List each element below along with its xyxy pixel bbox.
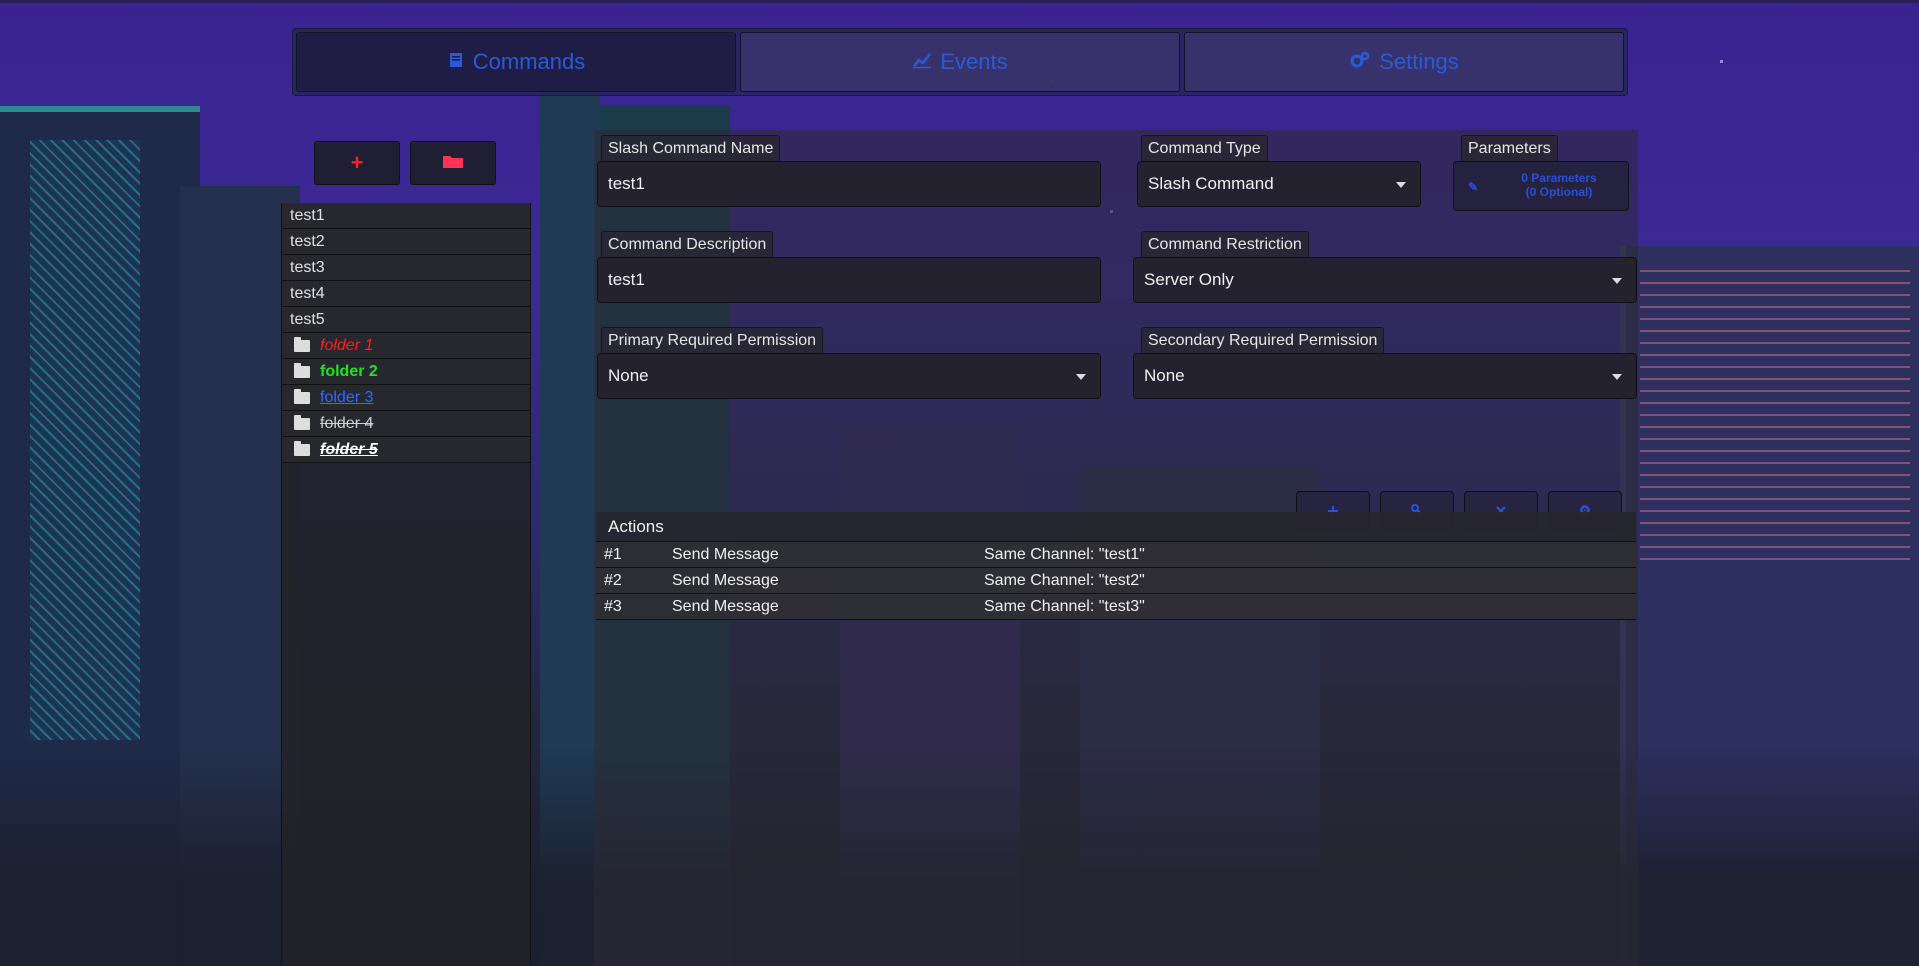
chart-line-icon [912, 49, 932, 75]
action-type: Send Message [672, 597, 779, 615]
command-restriction-select[interactable]: Server Only [1133, 257, 1637, 303]
tab-commands-label: Commands [472, 49, 586, 74]
parameters-button[interactable]: ✎ 0 Parameters (0 Optional) [1453, 161, 1629, 211]
command-description-value: test1 [608, 270, 645, 289]
command-type-value: Slash Command [1148, 174, 1274, 193]
command-description-input[interactable]: test1 [597, 257, 1101, 303]
actions-header: Actions [596, 512, 1636, 542]
command-description-label: Command Description [601, 231, 774, 257]
folder-icon [442, 153, 464, 174]
folder-item-label: folder 1 [320, 336, 374, 354]
folder-icon [294, 388, 310, 404]
action-row[interactable]: #1 Send Message Same Channel: "test1" [596, 542, 1636, 568]
create-folder-button[interactable] [410, 141, 496, 185]
folder-item-label: folder 2 [320, 362, 378, 380]
command-item[interactable]: test1 [282, 203, 530, 229]
folder-icon [294, 336, 310, 352]
primary-permission-select[interactable]: None [597, 353, 1101, 399]
actions-title: Actions [608, 516, 664, 536]
folder-icon [294, 362, 310, 378]
command-item-label: test4 [290, 284, 325, 302]
tab-settings[interactable]: Settings [1184, 32, 1624, 92]
action-type: Send Message [672, 571, 779, 589]
folder-item[interactable]: folder 3 [282, 385, 530, 411]
secondary-permission-value: None [1144, 366, 1185, 385]
add-command-button[interactable]: + [314, 141, 400, 185]
folder-item[interactable]: folder 2 [282, 359, 530, 385]
actions-list: #1 Send Message Same Channel: "test1" #2… [596, 542, 1636, 620]
command-item-label: test5 [290, 310, 325, 328]
folder-icon [294, 414, 310, 430]
command-item-label: test3 [290, 258, 325, 276]
action-detail: Same Channel: "test3" [984, 597, 1145, 615]
secondary-permission-select[interactable]: None [1133, 353, 1637, 399]
chevron-down-icon [1612, 278, 1622, 284]
folder-item-label: folder 4 [320, 414, 374, 432]
action-row[interactable]: #3 Send Message Same Channel: "test3" [596, 594, 1636, 620]
secondary-permission-label: Secondary Required Permission [1141, 327, 1385, 353]
command-type-select[interactable]: Slash Command [1137, 161, 1421, 207]
command-list: test1 test2 test3 test4 test5 folder 1 f… [281, 203, 531, 966]
command-item[interactable]: test2 [282, 229, 530, 255]
command-item[interactable]: test5 [282, 307, 530, 333]
command-item-label: test1 [290, 206, 325, 224]
chevron-down-icon [1076, 374, 1086, 380]
primary-permission-value: None [608, 366, 649, 385]
main-tab-bar: Commands Events Settings [292, 28, 1628, 96]
cogs-icon [1349, 49, 1371, 75]
tab-events-label: Events [940, 49, 1008, 74]
slash-command-name-value: test1 [608, 174, 645, 193]
action-detail: Same Channel: "test2" [984, 571, 1145, 589]
chevron-down-icon [1396, 182, 1406, 188]
command-item[interactable]: test4 [282, 281, 530, 307]
chevron-down-icon [1612, 374, 1622, 380]
action-type: Send Message [672, 545, 779, 563]
parameters-optional-count: (0 Optional) [1525, 185, 1593, 199]
command-restriction-value: Server Only [1144, 270, 1234, 289]
command-item-label: test2 [290, 232, 325, 250]
action-number: #2 [604, 571, 622, 589]
slash-command-name-label: Slash Command Name [601, 135, 781, 161]
add-command-label: + [350, 150, 364, 175]
folder-item[interactable]: folder 4 [282, 411, 530, 437]
primary-permission-label: Primary Required Permission [601, 327, 824, 353]
parameters-count: 0 Parameters [1521, 171, 1597, 185]
action-detail: Same Channel: "test1" [984, 545, 1145, 563]
tab-commands[interactable]: Commands [296, 32, 736, 92]
folder-icon [294, 440, 310, 456]
command-item[interactable]: test3 [282, 255, 530, 281]
folder-item-label: folder 5 [320, 440, 378, 458]
action-row[interactable]: #2 Send Message Same Channel: "test2" [596, 568, 1636, 594]
folder-item[interactable]: folder 1 [282, 333, 530, 359]
folder-item[interactable]: folder 5 [282, 437, 530, 463]
action-number: #1 [604, 545, 622, 563]
command-type-label: Command Type [1141, 135, 1268, 161]
slash-command-name-input[interactable]: test1 [597, 161, 1101, 207]
book-icon [447, 49, 465, 75]
pencil-icon: ✎ [1468, 180, 1479, 194]
folder-item-label: folder 3 [320, 388, 374, 406]
tab-settings-label: Settings [1379, 49, 1459, 74]
parameters-label: Parameters [1461, 135, 1558, 161]
action-number: #3 [604, 597, 622, 615]
command-restriction-label: Command Restriction [1141, 231, 1309, 257]
tab-events[interactable]: Events [740, 32, 1180, 92]
